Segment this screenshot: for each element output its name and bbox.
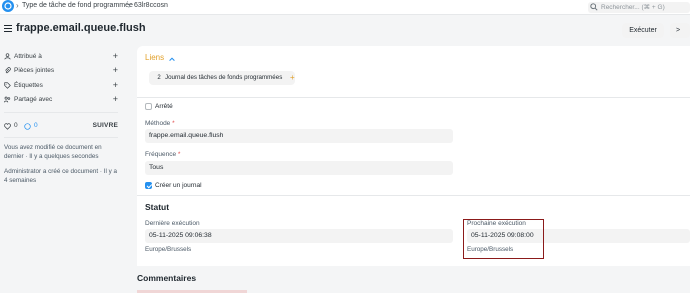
comments-section-title: Commentaires: [137, 273, 197, 283]
share-icon: [4, 96, 11, 103]
page-title: frappe.email.queue.flush: [16, 22, 146, 34]
sidebar-item-label: Attribué à: [14, 53, 42, 60]
sidebar-item-label: Pièces jointes: [14, 67, 55, 74]
activity-last-modified: Vous avez modifié ce document en dernier…: [4, 144, 102, 160]
breadcrumb-docname[interactable]: 63lr8ccosn: [134, 2, 168, 9]
comments-area: [0, 266, 690, 293]
breadcrumb-doctype[interactable]: Type de tâche de fond programmée: [22, 2, 133, 9]
search-bar[interactable]: Rechercher... (⌘ + G): [588, 2, 690, 13]
sidebar-toggle-icon[interactable]: [4, 25, 12, 33]
activity-created: Administrator a créé ce document · Il y …: [4, 168, 118, 184]
link-label: Journal des tâches de fonds programmées: [165, 74, 283, 81]
stopped-label: Arrêté: [155, 103, 173, 110]
add-tag-icon[interactable]: +: [113, 80, 118, 90]
add-share-icon[interactable]: +: [113, 94, 118, 104]
sidebar-item-tags[interactable]: Étiquettes +: [4, 80, 118, 91]
status-section-title: Statut: [145, 202, 170, 212]
breadcrumb-chevron-icon: ›: [16, 1, 19, 10]
frequency-label: Fréquence *: [145, 151, 181, 158]
tag-icon: [4, 82, 11, 89]
comments-count: 0: [34, 122, 38, 129]
annotation-highlight-box: [463, 219, 544, 259]
chevron-up-icon[interactable]: [168, 55, 176, 63]
sidebar-item-shared[interactable]: Partagé avec +: [4, 94, 118, 105]
sidebar-divider: [4, 137, 118, 138]
next-document-button[interactable]: >: [670, 23, 690, 38]
section-divider: [137, 195, 690, 196]
method-field[interactable]: frappe.email.queue.flush: [145, 129, 453, 143]
sidebar-item-attachments[interactable]: Pièces jointes +: [4, 65, 118, 76]
links-section-title[interactable]: Liens: [145, 53, 164, 62]
assign-icon: [4, 53, 11, 60]
frequency-select[interactable]: Tous: [145, 161, 453, 175]
follow-button[interactable]: SUIVRE: [93, 122, 118, 129]
last-execution-timezone: Europe/Brussels: [145, 246, 192, 253]
sidebar-item-label: Partagé avec: [14, 96, 53, 103]
add-assign-icon[interactable]: +: [113, 51, 118, 61]
execute-button[interactable]: Exécuter: [622, 23, 664, 38]
link-count-badge: 2: [157, 75, 161, 81]
method-label: Méthode *: [145, 120, 175, 127]
comment-icon[interactable]: [24, 123, 31, 130]
sidebar-item-label: Étiquettes: [14, 82, 43, 89]
last-execution-label: Dernière exécution: [145, 220, 200, 227]
link-journal-pill[interactable]: 2 Journal des tâches de fonds programmée…: [149, 71, 295, 85]
sidebar-stats: 0 0 SUIVRE: [4, 122, 118, 132]
attachment-icon: [5, 67, 11, 74]
breadcrumb-chevron-icon: ›: [128, 1, 131, 10]
section-divider: [137, 97, 690, 98]
likes-count: 0: [14, 122, 18, 129]
add-attachment-icon[interactable]: +: [113, 65, 118, 75]
last-execution-field[interactable]: 05-11-2025 09:06:38: [145, 229, 453, 243]
stopped-checkbox[interactable]: [145, 103, 152, 110]
search-placeholder: Rechercher... (⌘ + G): [601, 4, 665, 11]
create-log-label: Créer un journal: [155, 182, 202, 189]
search-icon: [590, 3, 598, 11]
add-link-icon[interactable]: +: [290, 73, 295, 82]
heart-icon[interactable]: [4, 123, 11, 130]
app-logo-icon[interactable]: [2, 0, 14, 12]
create-log-checkbox[interactable]: [145, 182, 152, 189]
sidebar-divider: [4, 112, 118, 113]
sidebar-item-assigned[interactable]: Attribué à +: [4, 51, 118, 62]
top-navbar: › Type de tâche de fond programmée › 63l…: [0, 0, 690, 15]
